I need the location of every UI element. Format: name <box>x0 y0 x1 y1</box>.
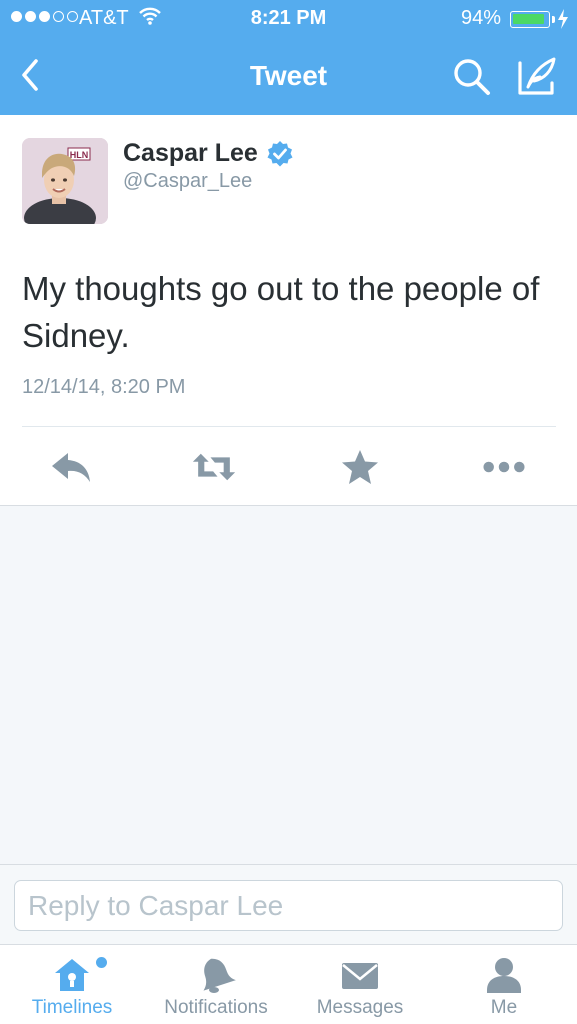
compose-button[interactable] <box>514 53 560 99</box>
home-icon <box>52 955 92 995</box>
verified-badge-icon <box>266 140 294 168</box>
battery-level-fill <box>513 14 544 24</box>
favorite-icon <box>342 450 378 484</box>
tab-label: Me <box>490 997 518 1018</box>
reply-input[interactable] <box>14 880 563 931</box>
tab-bar: Timelines Notifications Messages Me <box>0 944 577 1024</box>
reply-icon <box>52 453 90 482</box>
tweet-text: My thoughts go out to the people of Sidn… <box>22 270 540 354</box>
tab-notifications[interactable]: Notifications <box>146 945 286 1024</box>
reply-bar <box>0 864 577 944</box>
tab-label: Notifications <box>164 997 268 1018</box>
tab-label: Timelines <box>31 997 113 1018</box>
tab-messages[interactable]: Messages <box>300 945 420 1024</box>
profile-photo: HLN <box>22 138 108 224</box>
tweet-timestamp: 12/14/14, 8:20 PM <box>22 376 186 398</box>
compose-icon <box>518 57 556 95</box>
envelope-icon <box>340 955 380 995</box>
author-name[interactable]: Caspar Lee <box>123 139 258 168</box>
charging-bolt-icon <box>557 8 569 36</box>
navigation-bar: AT&T 8:21 PM 94% Tweet <box>0 0 577 115</box>
more-icon <box>483 461 525 473</box>
tab-me[interactable]: Me <box>464 945 544 1024</box>
divider <box>22 426 556 427</box>
battery-tip <box>552 16 555 23</box>
person-icon <box>484 955 524 995</box>
author-handle[interactable]: @Caspar_Lee <box>123 170 252 193</box>
retweet-button[interactable] <box>192 447 236 487</box>
unread-indicator <box>96 957 107 968</box>
reply-button[interactable] <box>50 447 94 487</box>
bell-icon <box>196 955 236 995</box>
search-icon <box>454 59 490 95</box>
favorite-button[interactable] <box>338 447 382 487</box>
battery-percent: 94% <box>460 7 501 29</box>
retweet-icon <box>192 453 236 481</box>
search-button[interactable] <box>450 55 494 99</box>
tab-label: Messages <box>316 997 404 1018</box>
tweet-detail: HLN Caspar Lee @Caspar_Lee My thoughts g… <box>0 115 577 506</box>
more-button[interactable] <box>482 447 526 487</box>
tab-timelines[interactable]: Timelines <box>14 945 130 1024</box>
avatar-badge-text: HLN <box>70 150 89 160</box>
avatar[interactable]: HLN <box>22 138 108 224</box>
status-bar: AT&T 8:21 PM 94% <box>0 0 577 38</box>
battery-icon <box>510 11 550 28</box>
